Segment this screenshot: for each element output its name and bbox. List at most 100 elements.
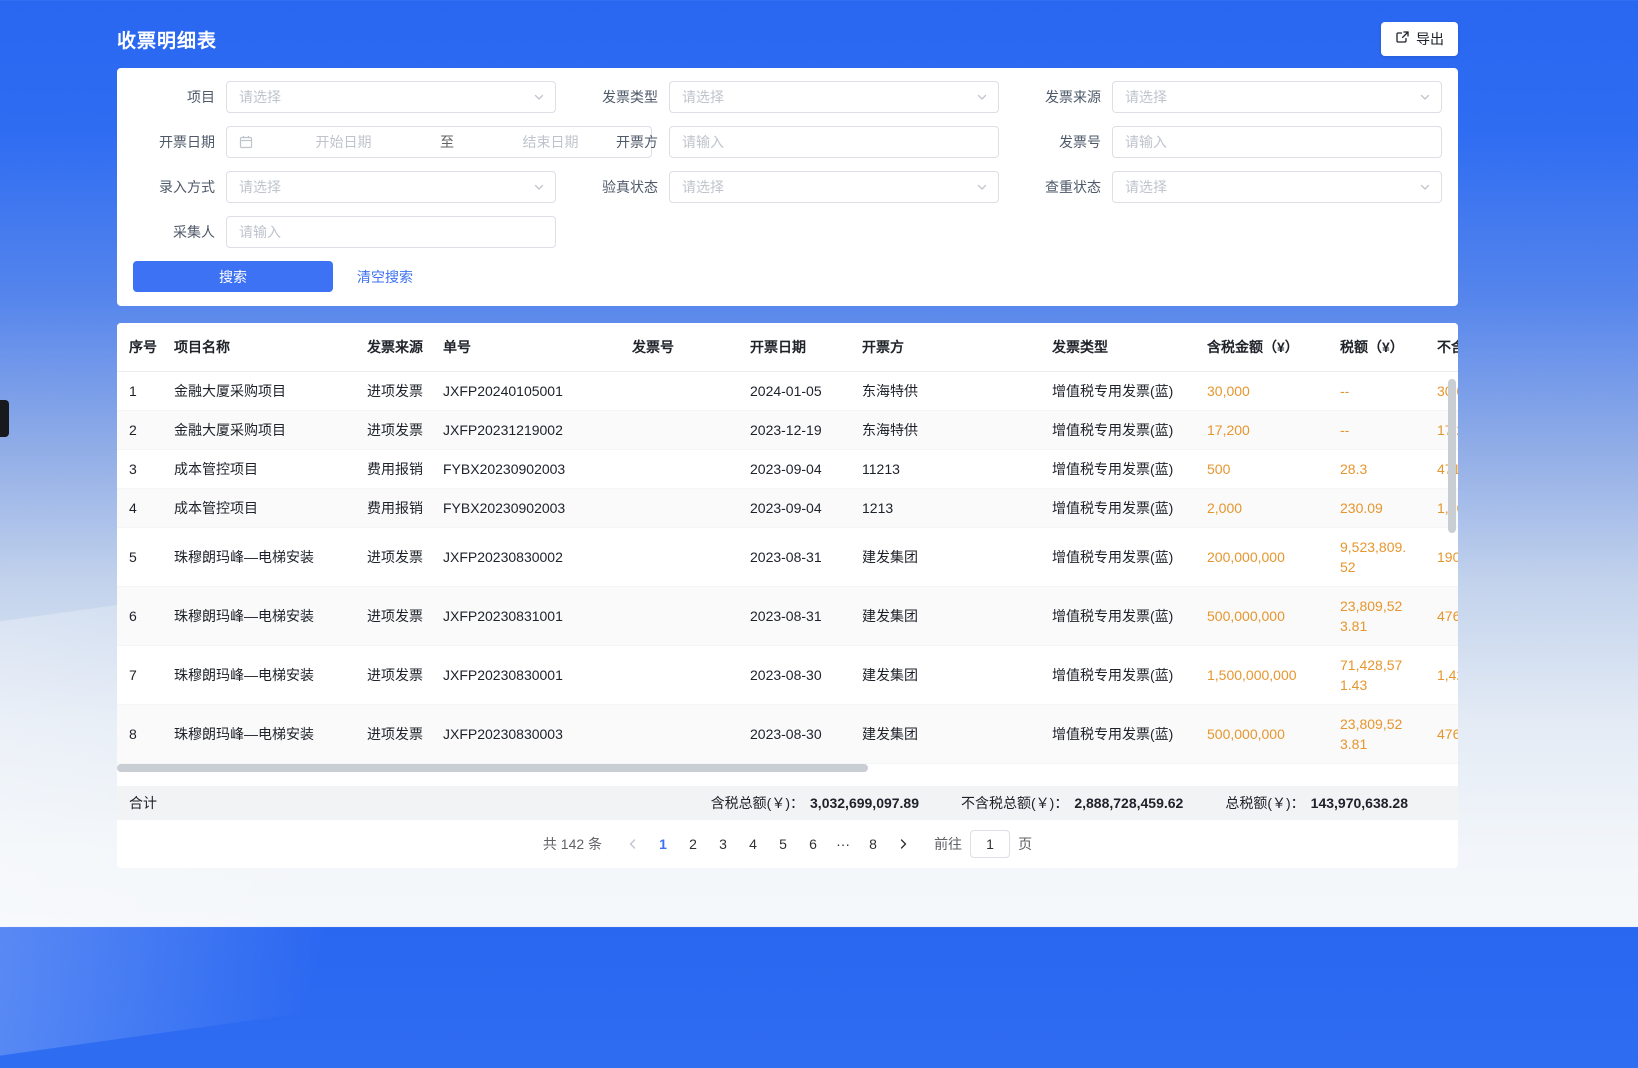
start-date-input[interactable] bbox=[253, 134, 434, 150]
summary-item-2: 总税额(￥)：143,970,638.28 bbox=[1225, 793, 1408, 813]
collector-text-input[interactable] bbox=[239, 224, 545, 240]
next-page-button[interactable] bbox=[888, 830, 918, 858]
cell-source: 费用报销 bbox=[355, 489, 431, 528]
export-button[interactable]: 导出 bbox=[1381, 22, 1458, 56]
search-button[interactable]: 搜索 bbox=[133, 261, 333, 292]
cell-no: 3 bbox=[117, 450, 162, 489]
calendar-icon bbox=[239, 135, 253, 149]
cell-order_no: FYBX20230902003 bbox=[431, 450, 620, 489]
horizontal-scrollbar-track bbox=[117, 764, 1458, 772]
cell-invoice_no bbox=[620, 646, 738, 705]
column-header-project: 项目名称 bbox=[162, 323, 355, 372]
cell-no: 8 bbox=[117, 705, 162, 764]
page-button-5[interactable]: 5 bbox=[768, 830, 798, 858]
invoice-no-input[interactable] bbox=[1112, 126, 1442, 158]
issuer-input[interactable] bbox=[669, 126, 999, 158]
cell-issuer: 建发集团 bbox=[850, 587, 1040, 646]
summary-item-value: 143,970,638.28 bbox=[1311, 795, 1408, 811]
filter-field-collector: 采集人 bbox=[133, 216, 576, 248]
page-button-1[interactable]: 1 bbox=[648, 830, 678, 858]
cell-amount_incl: 2,000 bbox=[1195, 489, 1328, 528]
cell-issuer: 东海特供 bbox=[850, 372, 1040, 411]
drawer-handle[interactable] bbox=[0, 400, 9, 437]
page-button-2[interactable]: 2 bbox=[678, 830, 708, 858]
cell-invoice_no bbox=[620, 489, 738, 528]
verify-status-select[interactable]: 请选择 bbox=[669, 171, 999, 203]
table-row[interactable]: 3成本管控项目费用报销FYBX202309020032023-09-041121… bbox=[117, 450, 1458, 489]
cell-project: 珠穆朗玛峰—电梯安装 bbox=[162, 646, 355, 705]
table-row[interactable]: 7珠穆朗玛峰—电梯安装进项发票JXFP202308300012023-08-30… bbox=[117, 646, 1458, 705]
cell-invoice_no bbox=[620, 587, 738, 646]
chevron-down-icon bbox=[1419, 91, 1431, 103]
prev-page-button[interactable] bbox=[618, 830, 648, 858]
page-ellipsis[interactable]: ··· bbox=[828, 830, 858, 858]
filter-label-invoice-no: 发票号 bbox=[1019, 132, 1101, 152]
summary-row: 合计 含税总额(￥)：3,032,699,097.89不含税总额(￥)：2,88… bbox=[117, 786, 1458, 820]
cell-amount_incl: 1,500,000,000 bbox=[1195, 646, 1328, 705]
invoice-source-select[interactable]: 请选择 bbox=[1112, 81, 1442, 113]
cell-tax: 230.09 bbox=[1328, 489, 1425, 528]
page-button-6[interactable]: 6 bbox=[798, 830, 828, 858]
cell-amount_incl: 500,000,000 bbox=[1195, 587, 1328, 646]
cell-order_no: JXFP20230830001 bbox=[431, 646, 620, 705]
invoice-type-select[interactable]: 请选择 bbox=[669, 81, 999, 113]
table-header-row: 序号项目名称发票来源单号发票号开票日期开票方发票类型含税金额（¥）税额（¥）不含… bbox=[117, 323, 1458, 372]
cell-tax: -- bbox=[1328, 411, 1425, 450]
filter-label-project: 项目 bbox=[133, 87, 215, 107]
cell-no: 5 bbox=[117, 528, 162, 587]
cell-no: 6 bbox=[117, 587, 162, 646]
horizontal-scrollbar[interactable] bbox=[117, 764, 868, 772]
cell-order_no: FYBX20230902003 bbox=[431, 489, 620, 528]
cell-issuer: 1213 bbox=[850, 489, 1040, 528]
cell-tax: 23,809,523.81 bbox=[1328, 705, 1425, 764]
cell-date: 2023-09-04 bbox=[738, 489, 850, 528]
page-button-4[interactable]: 4 bbox=[738, 830, 768, 858]
column-header-type: 发票类型 bbox=[1040, 323, 1195, 372]
page-button-8[interactable]: 8 bbox=[858, 830, 888, 858]
page-button-3[interactable]: 3 bbox=[708, 830, 738, 858]
goto-page-input[interactable] bbox=[970, 830, 1010, 858]
invoice-no-text-input[interactable] bbox=[1125, 134, 1431, 150]
filter-field-invoice-source: 发票来源请选择 bbox=[1019, 81, 1442, 113]
summary-item-label: 不含税总额(￥)： bbox=[961, 793, 1068, 813]
chevron-down-icon bbox=[533, 181, 545, 193]
column-header-invoice_no: 发票号 bbox=[620, 323, 738, 372]
vertical-scrollbar[interactable] bbox=[1448, 379, 1456, 533]
table-row[interactable]: 5珠穆朗玛峰—电梯安装进项发票JXFP202308300022023-08-31… bbox=[117, 528, 1458, 587]
table-row[interactable]: 2金融大厦采购项目进项发票JXFP202312190022023-12-19东海… bbox=[117, 411, 1458, 450]
cell-order_no: JXFP20240105001 bbox=[431, 372, 620, 411]
clear-search-link[interactable]: 清空搜索 bbox=[357, 267, 413, 287]
collector-input[interactable] bbox=[226, 216, 556, 248]
cell-amount_excl: 476,190,476.19 bbox=[1425, 587, 1458, 646]
chevron-down-icon bbox=[976, 181, 988, 193]
goto-suffix: 页 bbox=[1018, 834, 1032, 854]
pagination: 共 142 条 123456···8 前往 页 bbox=[117, 820, 1458, 868]
cell-date: 2023-09-04 bbox=[738, 450, 850, 489]
cell-source: 进项发票 bbox=[355, 587, 431, 646]
filter-label-invoice-type: 发票类型 bbox=[576, 87, 658, 107]
cell-project: 成本管控项目 bbox=[162, 489, 355, 528]
column-header-order_no: 单号 bbox=[431, 323, 620, 372]
table-row[interactable]: 8珠穆朗玛峰—电梯安装进项发票JXFP202308300032023-08-30… bbox=[117, 705, 1458, 764]
filter-label-issuer: 开票方 bbox=[576, 132, 658, 152]
date-range-separator: 至 bbox=[434, 132, 460, 152]
entry-method-select[interactable]: 请选择 bbox=[226, 171, 556, 203]
cell-amount_excl: 476,190,476.19 bbox=[1425, 705, 1458, 764]
project-select[interactable]: 请选择 bbox=[226, 81, 556, 113]
filter-grid: 项目请选择发票类型请选择发票来源请选择开票日期至开票方发票号录入方式请选择验真状… bbox=[133, 81, 1442, 248]
select-placeholder: 请选择 bbox=[239, 87, 281, 107]
cell-order_no: JXFP20230830002 bbox=[431, 528, 620, 587]
table-row[interactable]: 1金融大厦采购项目进项发票JXFP202401050012024-01-05东海… bbox=[117, 372, 1458, 411]
duplicate-status-select[interactable]: 请选择 bbox=[1112, 171, 1442, 203]
table-row[interactable]: 4成本管控项目费用报销FYBX202309020032023-09-041213… bbox=[117, 489, 1458, 528]
table-row[interactable]: 6珠穆朗玛峰—电梯安装进项发票JXFP202308310012023-08-31… bbox=[117, 587, 1458, 646]
filter-label-invoice-source: 发票来源 bbox=[1019, 87, 1101, 107]
cell-tax: 23,809,523.81 bbox=[1328, 587, 1425, 646]
issuer-text-input[interactable] bbox=[682, 134, 988, 150]
cell-project: 珠穆朗玛峰—电梯安装 bbox=[162, 705, 355, 764]
cell-invoice_no bbox=[620, 372, 738, 411]
cell-no: 2 bbox=[117, 411, 162, 450]
main-container: 收票明细表 导出 项目请选择发票类型请选择发票来源请选择开票日期至开票方发票号录… bbox=[117, 0, 1458, 868]
filter-label-verify-status: 验真状态 bbox=[576, 177, 658, 197]
cell-no: 1 bbox=[117, 372, 162, 411]
